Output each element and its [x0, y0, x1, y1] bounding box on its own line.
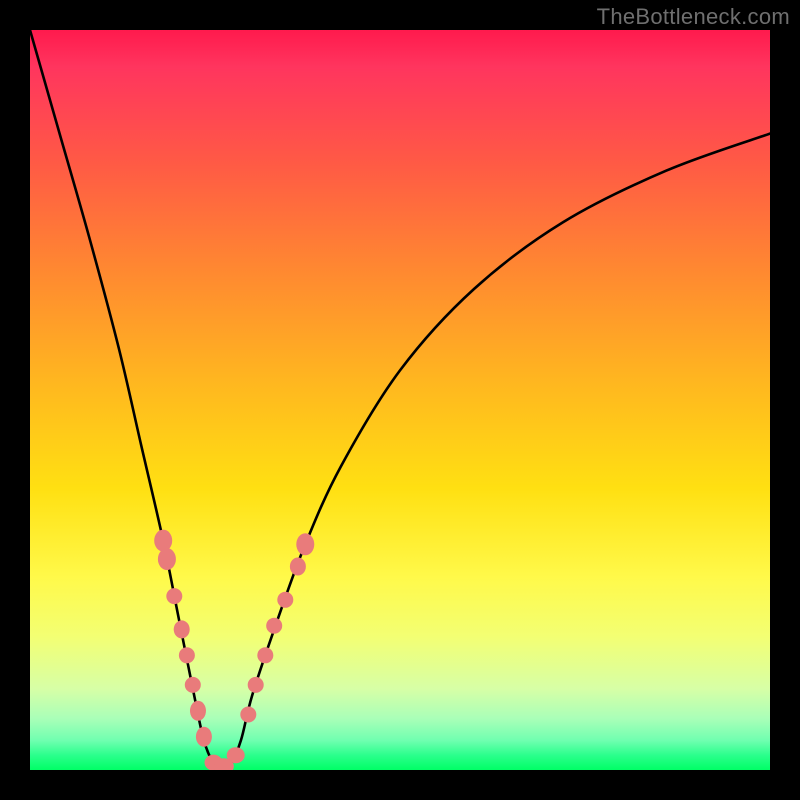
data-point — [257, 647, 273, 663]
data-point — [240, 707, 256, 723]
data-point — [158, 548, 176, 570]
data-point — [290, 558, 306, 576]
data-point — [174, 620, 190, 638]
data-point — [179, 647, 195, 663]
data-point — [248, 677, 264, 693]
data-point-group — [154, 530, 314, 770]
chart-frame: TheBottleneck.com — [0, 0, 800, 800]
bottleneck-curve — [30, 30, 770, 770]
data-point — [277, 592, 293, 608]
data-point — [266, 618, 282, 634]
data-point — [190, 701, 206, 721]
data-point — [166, 588, 182, 604]
watermark-label: TheBottleneck.com — [597, 4, 790, 30]
chart-svg — [30, 30, 770, 770]
data-point — [196, 727, 212, 747]
data-point — [227, 747, 245, 763]
data-point — [296, 533, 314, 555]
data-point — [185, 677, 201, 693]
data-point — [154, 530, 172, 552]
plot-area — [30, 30, 770, 770]
